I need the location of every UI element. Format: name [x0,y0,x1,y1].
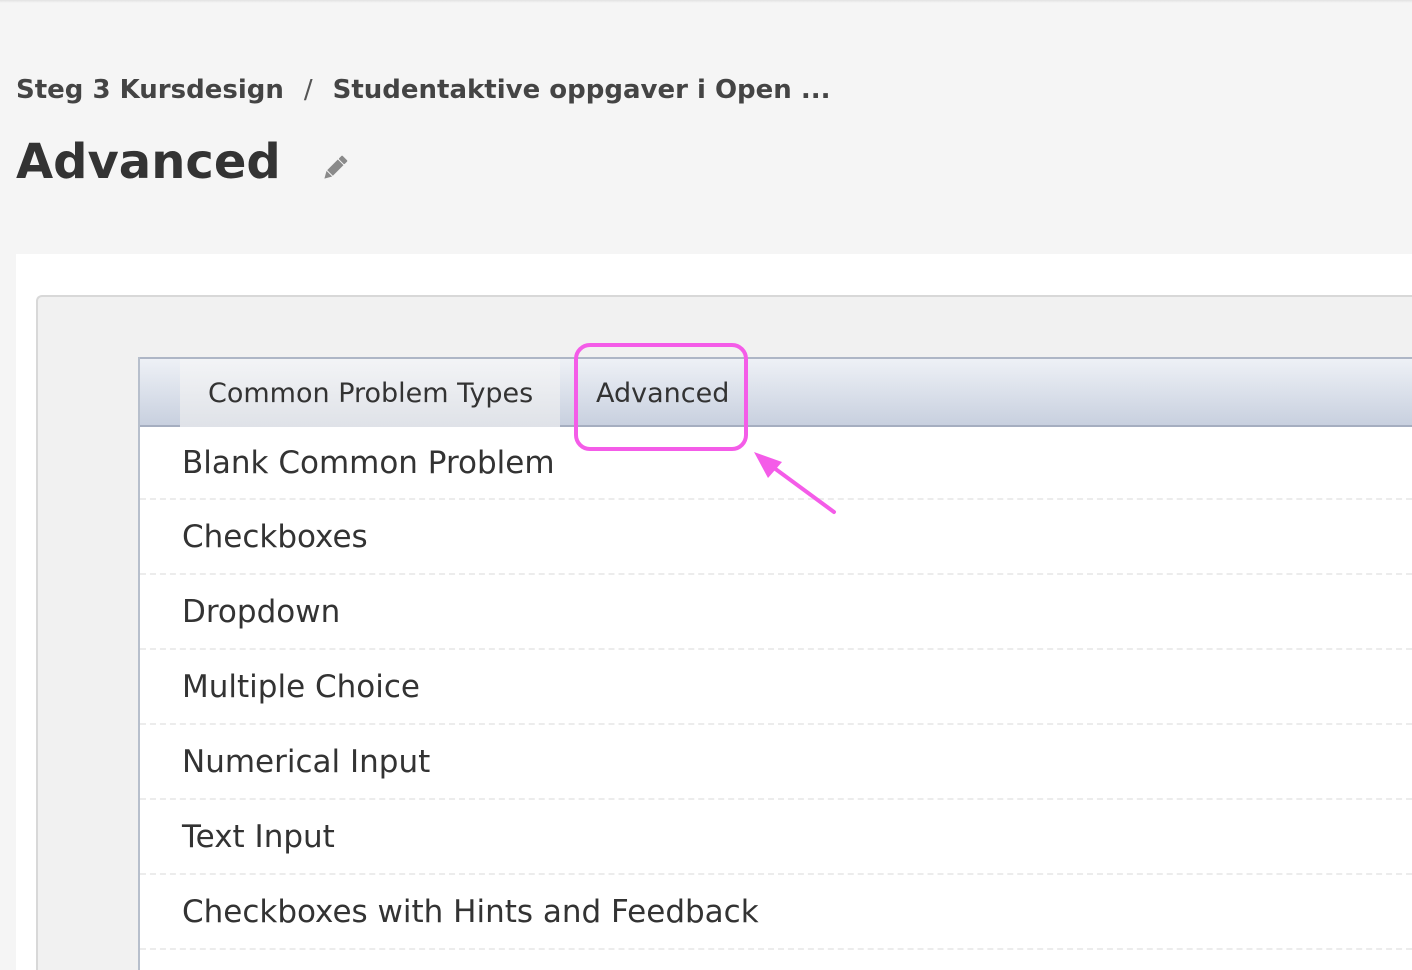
problem-template-item[interactable]: Text Input [140,800,1412,875]
tab-label: Common Problem Types [208,377,534,409]
breadcrumb-link-parent[interactable]: Steg 3 Kursdesign [16,75,284,105]
page-title: Advanced [16,134,281,190]
problem-template-list: Blank Common Problem Checkboxes Dropdown… [140,427,1412,950]
breadcrumb-link-current[interactable]: Studentaktive oppgaver i Open ... [333,75,831,105]
top-edge-shadow [0,0,1412,3]
problem-template-item[interactable]: Checkboxes with Hints and Feedback [140,875,1412,950]
problem-type-picker: Common Problem Types Advanced Blank Comm… [138,357,1412,970]
page-title-row: Advanced [16,130,351,194]
tab-common-problem-types[interactable]: Common Problem Types [180,359,560,427]
problem-template-item[interactable]: Numerical Input [140,725,1412,800]
tab-bar: Common Problem Types Advanced [140,357,1412,427]
tab-label: Advanced [596,377,730,409]
problem-template-item[interactable]: Dropdown [140,575,1412,650]
problem-template-item[interactable]: Blank Common Problem [140,425,1412,500]
breadcrumb-separator: / [303,75,313,105]
problem-template-item[interactable]: Checkboxes [140,500,1412,575]
problem-template-item[interactable]: Multiple Choice [140,650,1412,725]
breadcrumb: Steg 3 Kursdesign / Studentaktive oppgav… [16,72,830,108]
tab-advanced[interactable]: Advanced [596,359,729,427]
pencil-icon[interactable] [319,152,351,184]
